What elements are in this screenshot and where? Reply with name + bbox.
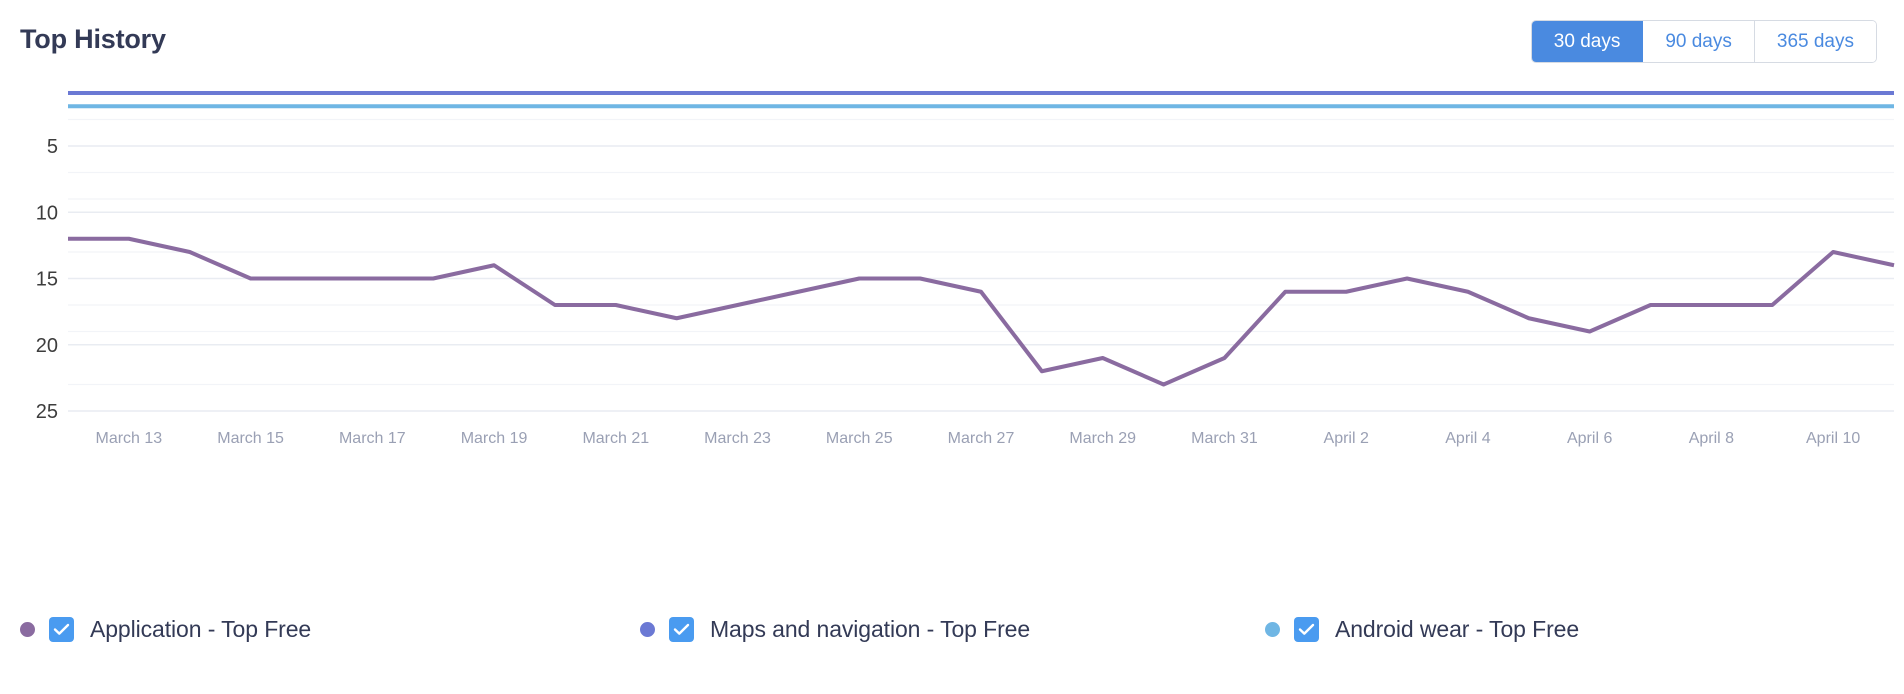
top-history-chart: 5 10 15 20 25 March 13 March 15 March 17 March 1… [0, 78, 1904, 553]
x-axis-tick-label: April 2 [1324, 430, 1369, 447]
x-axis-tick-label: March 19 [461, 430, 528, 447]
legend-item-label: Maps and navigation - Top Free [710, 616, 1031, 642]
checkmark-icon [673, 623, 690, 635]
legend-item-android-wear[interactable]: Android wear - Top Free [1265, 616, 1579, 643]
chart-canvas: 5 10 15 20 25 March 13 March 15 March 17 March 1… [36, 91, 1895, 447]
x-axis-tick-label: March 21 [582, 430, 649, 447]
y-axis-tick-label: 5 [47, 136, 58, 158]
checkmark-icon [53, 623, 70, 635]
legend-checkbox[interactable] [669, 617, 694, 642]
legend-color-dot-icon [1265, 622, 1280, 637]
y-axis-tick-label: 15 [36, 269, 58, 291]
x-axis-tick-label: April 6 [1567, 430, 1612, 447]
legend-item-maps-and-navigation[interactable]: Maps and navigation - Top Free [640, 616, 1030, 643]
legend-item-label: Application - Top Free [90, 616, 312, 642]
legend-checkbox[interactable] [1294, 617, 1319, 642]
x-axis-tick-label: March 29 [1069, 430, 1136, 447]
y-axis-tick-label: 20 [36, 335, 58, 357]
legend-checkbox[interactable] [49, 617, 74, 642]
x-axis-tick-label: April 4 [1445, 430, 1490, 447]
range-button-90-days[interactable]: 90 days [1643, 21, 1755, 62]
x-axis-tick-label: March 15 [217, 430, 284, 447]
x-axis-tick-label: March 31 [1191, 430, 1258, 447]
range-button-365-days[interactable]: 365 days [1754, 21, 1876, 62]
x-axis-tick-label: March 27 [948, 430, 1015, 447]
panel-header: Top History 30 days 90 days 365 days [0, 0, 1904, 78]
chart-legend: Application - Top Free Maps and navigati… [0, 600, 1904, 694]
y-axis-tick-label: 25 [36, 401, 58, 423]
x-axis-tick-label: April 8 [1689, 430, 1734, 447]
page-title: Top History [20, 24, 166, 54]
date-range-selector[interactable]: 30 days 90 days 365 days [1531, 21, 1876, 62]
x-axis-tick-label: March 25 [826, 430, 893, 447]
legend-color-dot-icon [640, 622, 655, 637]
y-axis-tick-label: 10 [36, 202, 58, 224]
x-axis-tick-label: March 17 [339, 430, 406, 447]
legend-item-label: Android wear - Top Free [1335, 616, 1580, 642]
x-axis-tick-label: March 23 [704, 430, 771, 447]
x-axis-tick-label: April 10 [1806, 430, 1860, 447]
series-line-application-top-free [68, 236, 1895, 387]
legend-color-dot-icon [20, 622, 35, 637]
x-axis-tick-label: March 13 [96, 430, 163, 447]
range-button-30-days[interactable]: 30 days [1531, 21, 1644, 62]
checkmark-icon [1298, 623, 1315, 635]
legend-item-application[interactable]: Application - Top Free [20, 616, 311, 643]
